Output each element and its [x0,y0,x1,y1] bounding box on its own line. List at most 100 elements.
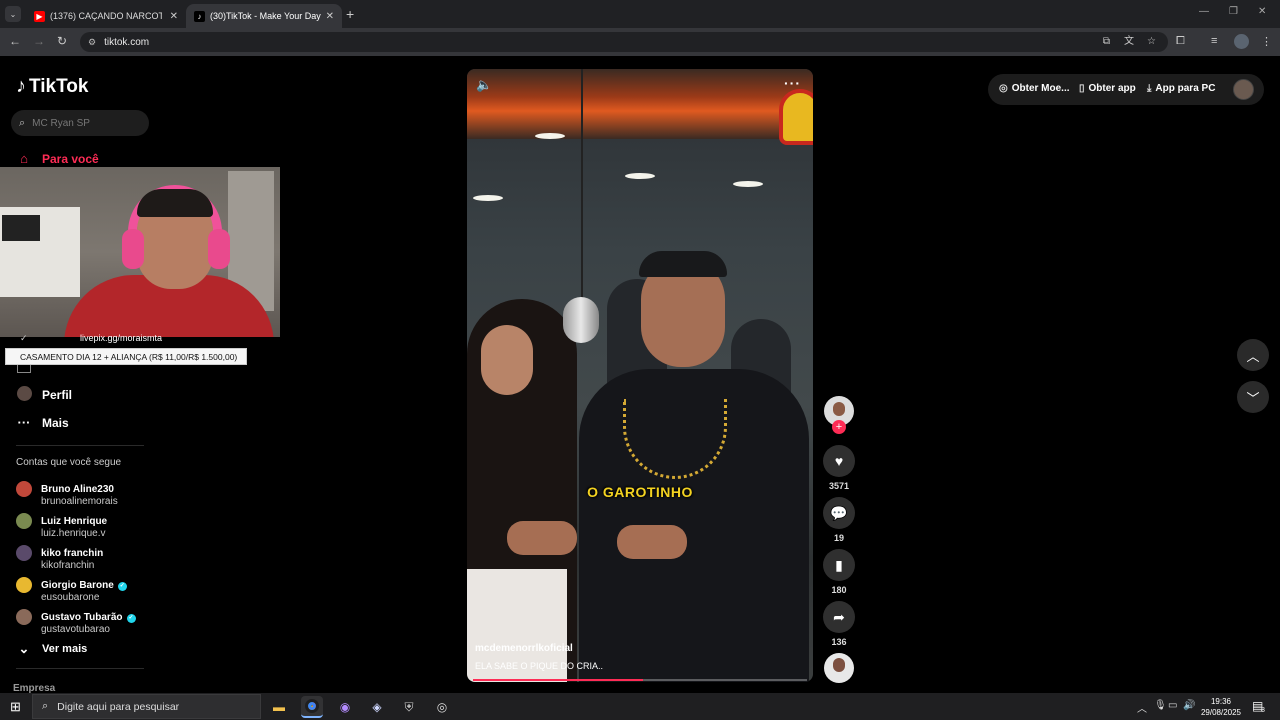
media-controls-icon[interactable]: ≡ [1211,35,1217,47]
site-info-icon[interactable]: ⚙ [88,37,96,48]
video-progress-bar[interactable] [473,679,807,681]
heart-icon: ♥ [834,453,844,469]
account-username: brunoalinemorais [41,496,118,507]
close-tab-icon[interactable]: ✕ [326,11,334,22]
address-bar[interactable]: ⚙ tiktok.com ⧉ 文 ☆ [80,32,1168,52]
restore-icon[interactable]: ❐ [1229,6,1238,17]
comment-icon: 💬 [830,504,848,521]
notification-count: 8 [1261,707,1265,714]
account-avatar [16,513,32,529]
steam-icon[interactable]: ◈ [366,696,388,718]
sidebar-item-para-voce[interactable]: ⌂ Para você [16,151,99,166]
download-icon: ⤓ [1147,83,1152,94]
tiktok-icon: ♪ [194,10,205,22]
share-count: 136 [831,637,847,647]
install-app-icon[interactable]: ⧉ [1103,32,1110,52]
profile-avatar-icon [16,386,32,404]
browser-profile-avatar[interactable] [1234,34,1249,49]
comment-button[interactable]: 💬 [823,497,855,529]
tab-youtube[interactable]: ▶ (1376) CAÇANDO NARCOTR4FI ✕ [26,4,186,28]
previous-video-button[interactable]: ︿ [1237,339,1269,371]
coin-icon: ◎ [999,83,1008,94]
browser-toolbar: ← → ↻ ⚙ tiktok.com ⧉ 文 ☆ ⧠ ≡ ⋮ [0,28,1280,56]
taskbar-search-input[interactable]: ⌕ Digite aqui para pesquisar [32,694,261,719]
chrome-icon[interactable] [301,696,323,718]
back-arrow-icon[interactable]: ← [9,34,21,48]
taskbar-clock[interactable]: 19:36 29/08/2025 [1198,696,1244,718]
shell-logo-sign [779,89,813,145]
video-description: ELA SABE O PIQUE DO CRIA.. [475,661,604,671]
search-icon: ⌕ [42,700,49,712]
sidebar-divider [16,668,144,669]
get-app-label: Obter app [1088,83,1136,94]
follow-plus-icon[interactable]: + [832,420,846,434]
tab-title: (1376) CAÇANDO NARCOTR4FI [50,11,162,21]
see-more-label: Ver mais [42,643,88,655]
get-coins-button[interactable]: ◎ Obter Moe... [999,83,1070,94]
account-name: Bruno Aline230 [41,484,114,495]
share-button[interactable]: ➦ [823,601,855,633]
forward-arrow-icon[interactable]: → [33,34,45,48]
video-author[interactable]: mcdemenorrlkoficial [475,643,573,654]
minimize-icon[interactable]: — [1199,6,1209,17]
sidebar-item-perfil[interactable]: Perfil [16,386,72,404]
microphone-icon[interactable]: 🎙 [1154,700,1167,711]
sidebar-item-label: Mais [42,415,69,430]
network-icon[interactable]: ▭ [1168,700,1177,711]
sidebar-item-mais[interactable]: ··· Mais [16,415,69,430]
tab-search-chevron-icon[interactable]: ⌄ [5,6,21,22]
video-caption: O GAROTINHO [587,484,693,500]
next-video-button[interactable]: ﹀ [1237,381,1269,413]
search-input[interactable]: ⌕ MC Ryan SP [11,110,149,136]
volume-icon[interactable]: 🔊 [1183,700,1195,711]
bookmark-icon: ▮ [835,556,843,573]
shield-app-icon[interactable]: ⛨ [398,696,420,718]
verified-badge-icon: ✓ [126,613,136,623]
chevron-down-icon: ﹀ [1246,390,1260,406]
browser-menu-icon[interactable]: ⋮ [1261,35,1272,48]
reload-icon[interactable]: ↻ [57,34,67,48]
like-button[interactable]: ♥ [823,445,855,477]
windows-start-icon[interactable]: ⊞ [10,699,21,715]
translate-icon[interactable]: 文 [1124,32,1134,52]
account-avatar [16,577,32,593]
video-player[interactable]: 🔈 ··· O GAROTINHO mcdemenorrlkoficial EL… [467,69,813,682]
logo-text: TikTok [29,75,89,97]
account-avatar [16,609,32,625]
more-options-icon[interactable]: ··· [784,75,801,91]
extensions-icon[interactable]: ⧠ [1176,35,1185,48]
see-more-button[interactable]: ⌄ Ver mais [16,641,88,657]
tab-tiktok[interactable]: ♪ (30)TikTok - Make Your Day ✕ [186,4,342,28]
obs-icon[interactable]: ◎ [431,696,453,718]
microphone [563,297,599,343]
save-count: 180 [831,585,847,595]
account-username: luiz.henrique.v [41,528,106,539]
tray-chevron-up-icon[interactable]: ︿ [1137,700,1147,715]
pc-app-button[interactable]: ⤓ App para PC [1147,83,1215,94]
sidebar-item-label: Para você [42,151,99,166]
chevron-down-icon: ⌄ [18,641,30,656]
sidebar-item-label: Perfil [42,388,73,402]
taskbar-search-placeholder: Digite aqui para pesquisar [57,700,180,713]
more-dots-icon: ··· [17,415,31,430]
account-avatar [16,481,32,497]
file-explorer-icon[interactable]: ▬ [268,696,290,718]
following-heading: Contas que você segue [16,457,122,468]
close-window-icon[interactable]: ✕ [1258,6,1266,17]
account-name: kiko franchin [41,548,104,559]
live-icon [17,365,31,373]
account-name: Gustavo Tubarão [41,612,123,623]
volume-icon[interactable]: 🔈 [476,77,492,93]
tiktok-logo[interactable]: ♪ TikTok [16,75,88,98]
user-avatar[interactable] [1233,79,1254,100]
get-app-button[interactable]: ▯ Obter app [1079,83,1136,94]
windows-taskbar: ⊞ ⌕ Digite aqui para pesquisar ▬ ◉ ◈ ⛨ ◎… [0,693,1280,720]
music-disc[interactable] [824,653,854,683]
bookmark-star-icon[interactable]: ☆ [1147,32,1156,52]
clock-date: 29/08/2025 [1200,708,1242,717]
save-button[interactable]: ▮ [823,549,855,581]
chat-app-icon[interactable]: ◉ [334,696,356,718]
pc-app-label: App para PC [1155,83,1216,94]
close-tab-icon[interactable]: ✕ [170,11,178,22]
new-tab-plus-icon[interactable]: + [346,6,354,22]
